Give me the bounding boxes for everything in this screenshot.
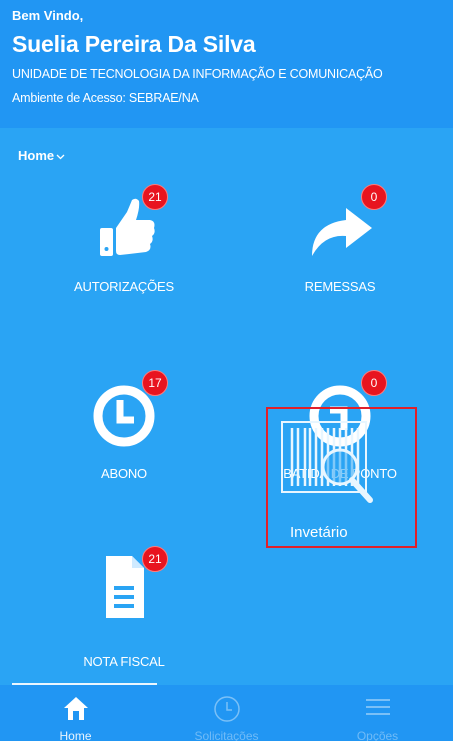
home-icon [62,695,90,726]
tile-autorizacoes[interactable]: 21 AUTORIZAÇÕES [24,168,224,318]
app-screen: Bem Vindo, Suelia Pereira Da Silva UNIDA… [0,0,453,741]
badge-autorizacoes: 21 [142,184,168,210]
chevron-down-icon [56,152,65,162]
tile-abono[interactable]: 17 ABONO [24,360,224,510]
tile-remessas-label: REMESSAS [304,279,376,294]
unit-text: UNIDADE DE TECNOLOGIA DA INFORMAÇÃO E CO… [12,67,383,81]
main-content: Home 21 AUTORIZAÇÕES 0 REMESSAS 17 ABONO… [0,128,453,686]
environment-text: Ambiente de Acesso: SEBRAE/NA [12,91,199,105]
welcome-text: Bem Vindo, [12,8,84,23]
header: Bem Vindo, Suelia Pereira Da Silva UNIDA… [0,0,453,128]
nav-solicitacoes[interactable]: Solicitações [151,685,302,741]
tile-abono-label: ABONO [101,466,147,481]
tile-nota-fiscal-label: NOTA FISCAL [83,654,165,669]
nav-home-label: Home [59,729,92,741]
tile-nota-fiscal[interactable]: 21 NOTA FISCAL [24,538,224,688]
barcode-search-icon [280,420,376,506]
clock-icon [213,695,241,728]
nav-opcoes-label: Opções [356,729,399,741]
badge-batida-ponto: 0 [361,370,387,396]
badge-nota-fiscal: 21 [142,546,168,572]
user-name: Suelia Pereira Da Silva [12,31,256,57]
nav-solicitacoes-label: Solicitações [194,729,259,741]
badge-abono: 17 [142,370,168,396]
nav-opcoes[interactable]: Opções [302,685,453,741]
breadcrumb-label: Home [18,148,55,163]
nav-home[interactable]: Home [0,685,151,741]
tile-remessas[interactable]: 0 REMESSAS [240,168,440,318]
badge-remessas: 0 [361,184,387,210]
tile-inventario-label: Invetário [290,524,348,541]
menu-icon [365,695,391,724]
tile-autorizacoes-label: AUTORIZAÇÕES [74,279,174,294]
breadcrumb[interactable]: Home [18,148,65,163]
bottom-nav: Home Solicitações Opções [0,685,453,741]
